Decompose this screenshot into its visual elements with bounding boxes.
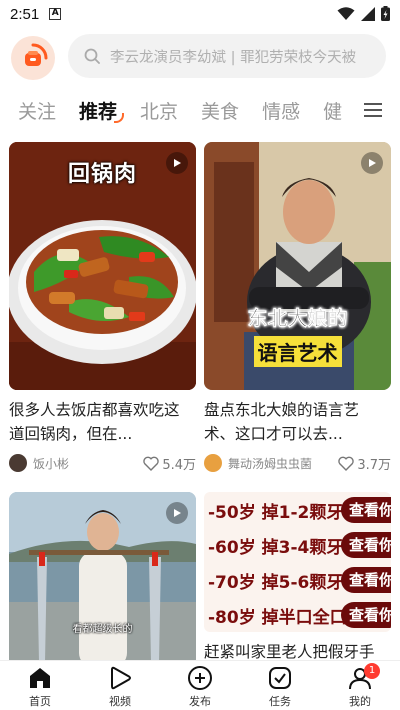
card-likes[interactable]: 5.4万 <box>143 454 196 473</box>
app-logo[interactable] <box>11 36 55 80</box>
notification-a-icon: A <box>49 8 62 20</box>
video-play-badge <box>166 152 188 174</box>
task-check-icon <box>269 667 291 689</box>
search-icon <box>84 48 100 64</box>
ad-check-button[interactable]: 查看你 <box>341 602 391 628</box>
home-icon <box>30 668 50 688</box>
card-author[interactable]: 饭小彬 <box>33 455 143 472</box>
avatar[interactable] <box>9 454 27 472</box>
battery-icon <box>381 6 390 21</box>
ad-check-button[interactable]: 查看你 <box>341 532 391 558</box>
card-likes[interactable]: 3.7万 <box>338 454 391 473</box>
nav-video[interactable]: 视频 <box>80 661 160 710</box>
notification-badge: 1 <box>364 663 380 679</box>
tab-emotion[interactable]: 情感 <box>262 97 300 124</box>
search-placeholder: 李云龙演员李幼斌 | 罪犯劳荣枝今天被 <box>110 49 357 66</box>
ad-row: -50岁 掉1-2颗牙 查看你 <box>204 495 391 525</box>
card-thumbnail: 看都超级长的 <box>9 492 196 662</box>
feed-card[interactable]: 看都超级长的 <box>9 492 196 662</box>
play-icon <box>369 159 376 167</box>
bottom-nav: 首页 视频 发布 任务 1 我的 <box>0 660 400 710</box>
card-title: 盘点东北大娘的语言艺术、这口才可以去... <box>204 401 360 443</box>
video-play-badge <box>361 152 383 174</box>
nav-tasks[interactable]: 任务 <box>240 661 320 710</box>
tab-following[interactable]: 关注 <box>18 97 56 124</box>
likes-count: 3.7万 <box>357 457 391 473</box>
avatar[interactable] <box>204 454 222 472</box>
nav-label: 发布 <box>189 695 211 708</box>
heart-icon <box>143 456 160 471</box>
nav-label: 任务 <box>269 695 291 708</box>
thumb-overlay-text: 看都超级长的 <box>72 624 133 635</box>
thumb-overlay-line2-wrap: 语言艺术 <box>204 336 391 367</box>
ad-row: -60岁 掉3-4颗牙 查看你 <box>204 530 391 560</box>
feed-card-ad[interactable]: -50岁 掉1-2颗牙 查看你 -60岁 掉3-4颗牙 查看你 -70岁 掉5-… <box>204 492 391 662</box>
nav-label: 我的 <box>349 695 371 708</box>
wifi-icon <box>337 6 355 20</box>
play-icon <box>174 159 181 167</box>
plus-circle-icon <box>188 666 212 690</box>
logo-icon <box>25 43 48 66</box>
feed: 回锅肉 很多人去饭店都喜欢吃这道回锅肉，但在... 饭小彬 5.4万 东北大娘的… <box>0 142 400 662</box>
signal-icon <box>361 6 375 21</box>
ad-row-text: -60岁 掉3-4颗牙 <box>208 537 344 558</box>
ad-row-text: -50岁 掉1-2颗牙 <box>208 502 344 523</box>
tab-recommended[interactable]: 推荐 <box>79 97 125 124</box>
ad-check-button[interactable]: 查看你 <box>341 497 391 523</box>
top-bar: 李云龙演员李幼斌 | 罪犯劳荣枝今天被 <box>0 30 400 82</box>
tab-food[interactable]: 美食 <box>201 97 239 124</box>
ad-check-button[interactable]: 查看你 <box>341 567 391 593</box>
card-title: 很多人去饭店都喜欢吃这道回锅肉，但在... <box>9 401 180 443</box>
tab-beijing[interactable]: 北京 <box>140 97 178 124</box>
ad-row: -80岁 掉半口全口 查看你 <box>204 600 391 630</box>
card-author[interactable]: 舞动汤姆虫虫菌 <box>228 455 338 472</box>
video-play-badge <box>166 502 188 524</box>
nav-home[interactable]: 首页 <box>0 661 80 710</box>
ad-row-text: -80岁 掉半口全口 <box>208 607 347 628</box>
ad-row: -70岁 掉5-6颗牙 查看你 <box>204 565 391 595</box>
ad-thumbnail: -50岁 掉1-2颗牙 查看你 -60岁 掉3-4颗牙 查看你 -70岁 掉5-… <box>204 492 391 632</box>
menu-icon <box>364 103 382 117</box>
status-time: 2:51 <box>10 5 40 23</box>
feed-card[interactable]: 东北大娘的 语言艺术 盘点东北大娘的语言艺术、这口才可以去... 舞动汤姆虫虫菌… <box>204 142 391 474</box>
video-play-icon <box>111 666 131 690</box>
likes-count: 5.4万 <box>162 457 196 473</box>
ad-row-text: -70岁 掉5-6颗牙 <box>208 572 344 593</box>
play-icon <box>174 509 181 517</box>
tabs-more[interactable] <box>338 90 400 130</box>
nav-label: 首页 <box>29 695 51 708</box>
card-title: 赶紧叫家里老人把假牙手 <box>204 643 375 661</box>
thumb-overlay-line2: 语言艺术 <box>253 336 342 367</box>
nav-me[interactable]: 1 我的 <box>320 661 400 710</box>
nav-label: 视频 <box>109 695 131 708</box>
thumb-overlay-line1: 东北大娘的 <box>247 306 348 331</box>
card-meta: 饭小彬 5.4万 <box>9 452 196 474</box>
nav-publish[interactable]: 发布 <box>160 661 240 710</box>
heart-icon <box>338 456 355 471</box>
search-bar[interactable]: 李云龙演员李幼斌 | 罪犯劳荣枝今天被 <box>68 34 386 78</box>
card-thumbnail: 回锅肉 <box>9 142 196 390</box>
feed-card[interactable]: 回锅肉 很多人去饭店都喜欢吃这道回锅肉，但在... 饭小彬 5.4万 <box>9 142 196 474</box>
card-thumbnail: 东北大娘的 语言艺术 <box>204 142 391 390</box>
status-bar: 2:51 A <box>0 0 400 28</box>
card-meta: 舞动汤姆虫虫菌 3.7万 <box>204 452 391 474</box>
